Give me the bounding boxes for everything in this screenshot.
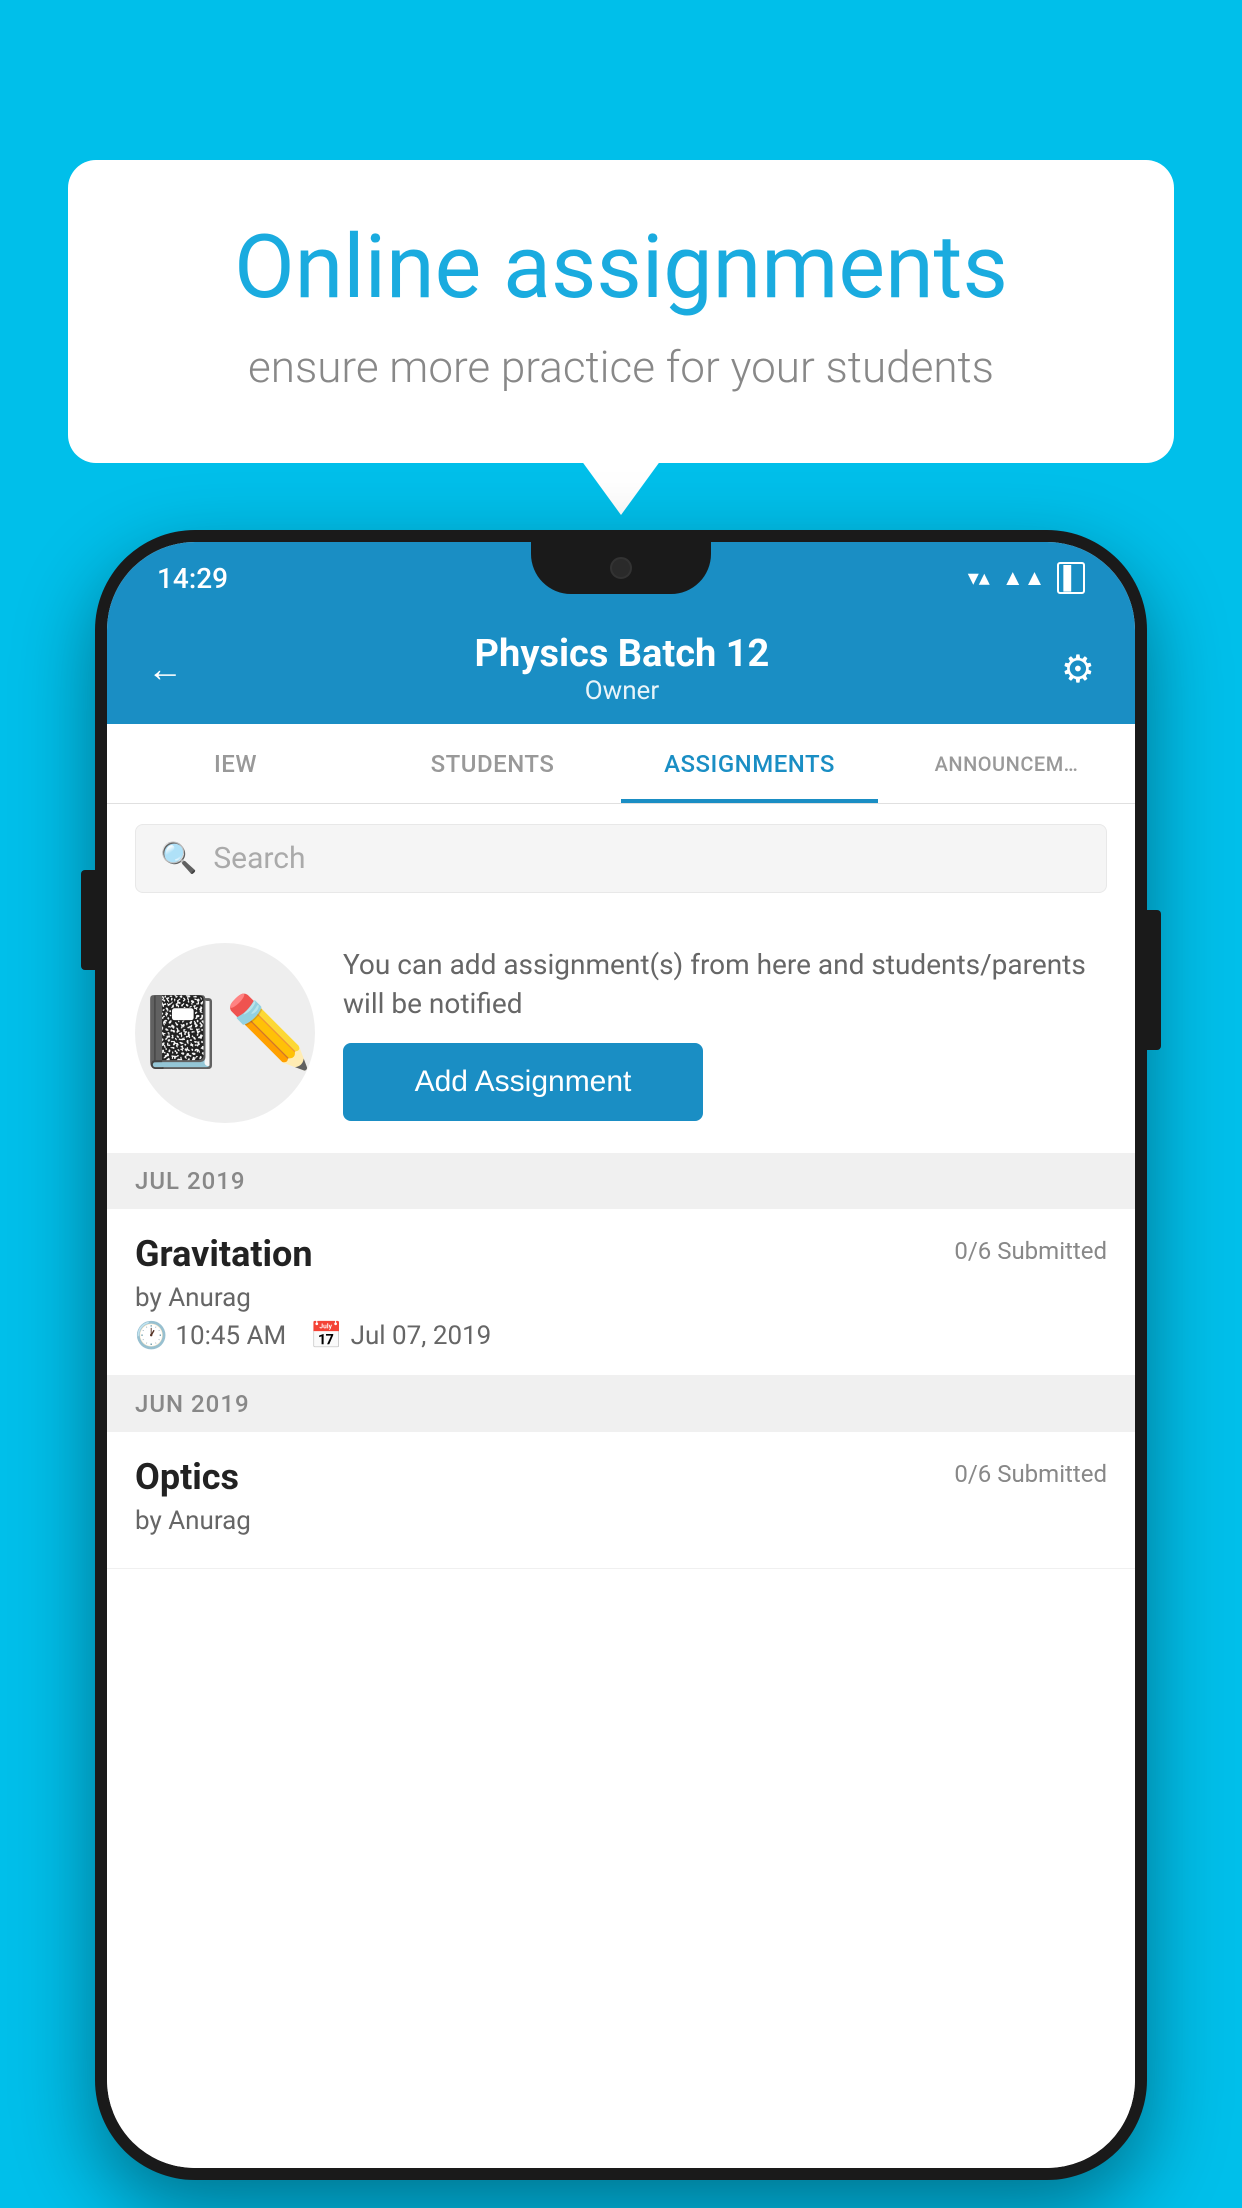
search-container: 🔍 Search	[107, 804, 1135, 913]
notch	[531, 542, 711, 594]
assignment-meta-gravitation: 🕐 10:45 AM 📅 Jul 07, 2019	[135, 1321, 1107, 1351]
section-jun-2019: JUN 2019	[107, 1376, 1135, 1432]
back-button[interactable]: ←	[147, 648, 183, 690]
promo-content: You can add assignment(s) from here and …	[343, 945, 1107, 1121]
header-subtitle: Owner	[475, 676, 770, 706]
assignment-optics[interactable]: Optics 0/6 Submitted by Anurag	[107, 1432, 1135, 1569]
add-assignment-promo: 📓✏️ You can add assignment(s) from here …	[107, 913, 1135, 1153]
status-time: 14:29	[157, 562, 228, 595]
header-center: Physics Batch 12 Owner	[475, 632, 770, 706]
assignment-author-gravitation: by Anurag	[135, 1283, 1107, 1313]
phone-inner: 14:29 ▾▴ ▲▲ ▌ ← Physics Batch 12	[107, 542, 1135, 2168]
tab-assignments[interactable]: ASSIGNMENTS	[621, 724, 878, 803]
battery-icon: ▌	[1057, 562, 1085, 594]
section-jul-2019: JUL 2019	[107, 1153, 1135, 1209]
tabs-bar: IEW STUDENTS ASSIGNMENTS ANNOUNCEM…	[107, 724, 1135, 804]
header-title: Physics Batch 12	[475, 632, 770, 676]
tab-announcements[interactable]: ANNOUNCEM…	[878, 724, 1135, 803]
assignment-name-gravitation: Gravitation	[135, 1233, 313, 1275]
tab-iew[interactable]: IEW	[107, 724, 364, 803]
assignment-gravitation[interactable]: Gravitation 0/6 Submitted by Anurag 🕐 10…	[107, 1209, 1135, 1376]
speech-bubble: Online assignments ensure more practice …	[68, 160, 1174, 463]
signal-icon: ▲▲	[1002, 565, 1046, 591]
phone-outer: 14:29 ▾▴ ▲▲ ▌ ← Physics Batch 12	[95, 530, 1147, 2180]
status-bar: 14:29 ▾▴ ▲▲ ▌	[107, 542, 1135, 614]
time-value: 10:45 AM	[175, 1321, 286, 1351]
speech-bubble-container: Online assignments ensure more practice …	[68, 160, 1174, 463]
assignment-submitted-optics: 0/6 Submitted	[954, 1460, 1107, 1488]
app-header: ← Physics Batch 12 Owner ⚙	[107, 614, 1135, 724]
section-jun-label: JUN 2019	[135, 1390, 250, 1418]
settings-button[interactable]: ⚙	[1061, 647, 1095, 692]
notch-camera	[610, 557, 632, 579]
tab-students[interactable]: STUDENTS	[364, 724, 621, 803]
assignment-author-optics: by Anurag	[135, 1506, 1107, 1536]
assignment-submitted-gravitation: 0/6 Submitted	[954, 1237, 1107, 1265]
section-jul-label: JUL 2019	[135, 1167, 246, 1195]
phone-mockup: 14:29 ▾▴ ▲▲ ▌ ← Physics Batch 12	[95, 530, 1147, 2180]
date-value: Jul 07, 2019	[351, 1321, 492, 1351]
calendar-icon: 📅	[310, 1321, 342, 1351]
search-placeholder: Search	[213, 841, 305, 876]
assignment-time: 🕐 10:45 AM	[135, 1321, 286, 1351]
assignment-name-optics: Optics	[135, 1456, 239, 1498]
bubble-subtitle: ensure more practice for your students	[148, 341, 1094, 393]
promo-description: You can add assignment(s) from here and …	[343, 945, 1107, 1023]
status-icons: ▾▴ ▲▲ ▌	[968, 562, 1085, 594]
wifi-icon: ▾▴	[968, 566, 990, 591]
promo-icon-circle: 📓✏️	[135, 943, 315, 1123]
assignment-row-top: Gravitation 0/6 Submitted	[135, 1233, 1107, 1275]
clock-icon: 🕐	[135, 1321, 167, 1351]
search-icon: 🔍	[160, 841, 197, 876]
bubble-title: Online assignments	[148, 220, 1094, 317]
assignment-optics-row-top: Optics 0/6 Submitted	[135, 1456, 1107, 1498]
add-assignment-button[interactable]: Add Assignment	[343, 1043, 703, 1121]
content-area: 🔍 Search 📓✏️ You can add assignment(s) f…	[107, 804, 1135, 2168]
assignment-date: 📅 Jul 07, 2019	[310, 1321, 491, 1351]
notebook-icon: 📓✏️	[138, 992, 312, 1074]
search-bar[interactable]: 🔍 Search	[135, 824, 1107, 893]
